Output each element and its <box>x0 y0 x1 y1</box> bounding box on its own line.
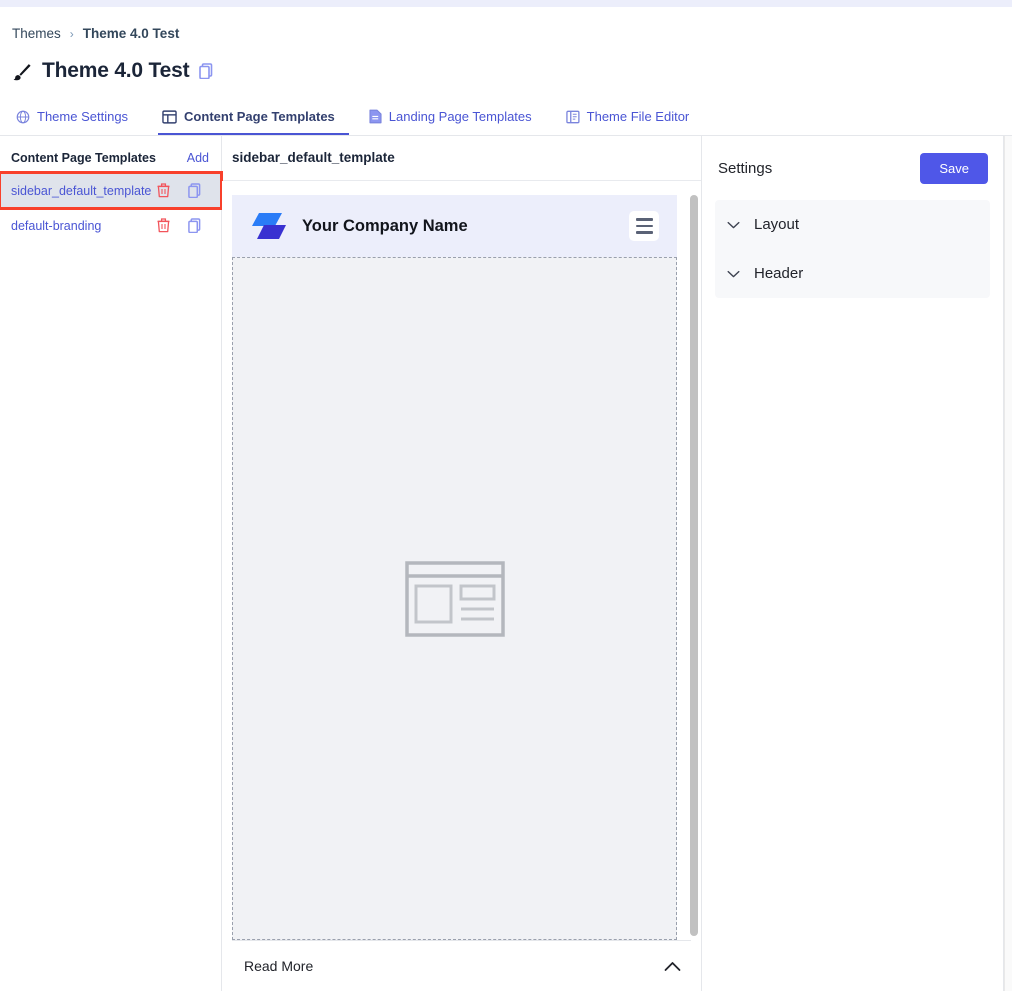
tab-label: Content Page Templates <box>184 109 335 124</box>
template-name: sidebar_default_template <box>11 183 152 198</box>
tab-label: Landing Page Templates <box>388 109 532 124</box>
globe-icon <box>16 110 30 123</box>
settings-panel: Settings Save Layout Header <box>702 136 1004 991</box>
title-row: Theme 4.0 Test <box>12 59 1000 83</box>
preview-company-name: Your Company Name <box>302 216 468 235</box>
chevron-down-icon <box>727 221 740 228</box>
template-list-item-default-branding[interactable]: default-branding <box>0 208 221 243</box>
breadcrumb-separator-icon: › <box>69 26 74 41</box>
breadcrumb-current: Theme 4.0 Test <box>82 26 180 41</box>
trash-icon[interactable] <box>157 183 170 198</box>
page-header: Themes › Theme 4.0 Test Theme 4.0 Test T… <box>0 7 1012 136</box>
brush-icon <box>13 64 31 81</box>
preview-canvas: Your Company Name <box>222 181 687 940</box>
add-template-link[interactable]: Add <box>187 151 209 165</box>
copy-icon[interactable] <box>188 218 201 233</box>
settings-header: Settings Save <box>715 136 990 200</box>
preview-panel: sidebar_default_template Your Company Na… <box>222 136 702 991</box>
tab-bar[interactable]: Theme Settings Content Page Templates La… <box>12 103 719 135</box>
row-actions <box>157 218 210 233</box>
save-button[interactable]: Save <box>920 153 988 184</box>
preview-scrollbar[interactable] <box>687 181 701 940</box>
page-title: Theme 4.0 Test <box>42 59 190 82</box>
settings-section-layout[interactable]: Layout <box>715 200 990 249</box>
row-actions <box>157 183 210 198</box>
breadcrumb: Themes › Theme 4.0 Test <box>12 7 1000 41</box>
template-list-title: Content Page Templates <box>11 151 156 165</box>
settings-title: Settings <box>718 160 773 177</box>
read-more-label: Read More <box>244 958 314 974</box>
layout-icon <box>162 109 177 124</box>
settings-sections: Layout Header <box>715 200 990 298</box>
chevron-up-icon[interactable] <box>664 961 681 972</box>
preview-body-dropzone[interactable] <box>232 257 677 940</box>
preview-title: sidebar_default_template <box>232 150 395 165</box>
tab-theme-file-editor[interactable]: Theme File Editor <box>562 103 704 135</box>
template-list-header: Content Page Templates Add <box>0 144 221 173</box>
code-file-icon <box>565 110 580 123</box>
template-name: default-branding <box>11 218 102 233</box>
tab-theme-settings[interactable]: Theme Settings <box>12 103 142 135</box>
preview-scrollbar-thumb[interactable] <box>690 195 698 936</box>
top-accent-strip <box>0 0 1012 7</box>
read-more-section[interactable]: Read More <box>232 940 691 991</box>
page-right-gutter <box>1004 136 1012 991</box>
chevron-down-icon <box>727 270 740 277</box>
settings-panel-spacer <box>715 298 990 991</box>
tab-label: Theme File Editor <box>586 109 690 124</box>
settings-section-label: Layout <box>754 216 800 233</box>
main-content: Content Page Templates Add sidebar_defau… <box>0 136 1012 991</box>
tab-content-page-templates[interactable]: Content Page Templates <box>158 103 349 135</box>
company-logo-icon <box>252 213 286 239</box>
document-icon <box>369 109 382 124</box>
page-layout-placeholder-icon <box>404 560 505 637</box>
copy-icon[interactable] <box>188 183 201 198</box>
copy-icon[interactable] <box>199 63 213 79</box>
settings-section-header[interactable]: Header <box>715 249 990 298</box>
template-list-item-sidebar-default-template[interactable]: sidebar_default_template <box>0 171 223 210</box>
hamburger-menu-icon[interactable] <box>629 211 659 241</box>
settings-section-label: Header <box>754 265 804 282</box>
preview-site-header: Your Company Name <box>232 195 677 257</box>
preview-header-bar: sidebar_default_template <box>222 136 701 181</box>
tab-label: Theme Settings <box>37 109 129 124</box>
breadcrumb-link-themes[interactable]: Themes <box>12 26 61 41</box>
tab-landing-page-templates[interactable]: Landing Page Templates <box>365 103 546 135</box>
preview-viewport: Your Company Name <box>222 181 701 940</box>
template-list-panel: Content Page Templates Add sidebar_defau… <box>0 136 223 991</box>
trash-icon[interactable] <box>157 218 170 233</box>
